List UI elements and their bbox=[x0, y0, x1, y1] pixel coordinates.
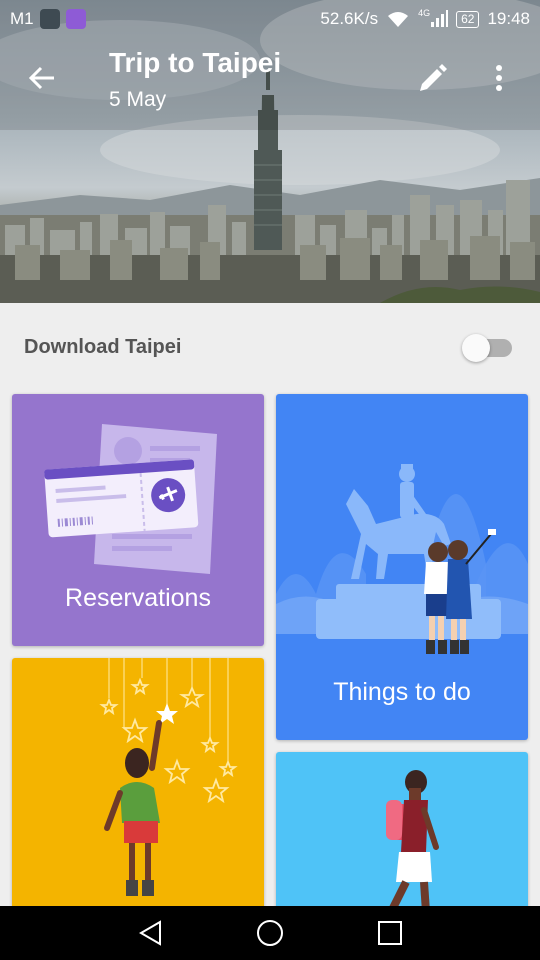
trip-date: 5 May bbox=[109, 88, 167, 111]
reservations-label: Reservations bbox=[65, 584, 211, 612]
gallery-notification-icon bbox=[65, 9, 86, 29]
download-label: Download Taipei bbox=[24, 336, 182, 358]
stars-illustration bbox=[99, 658, 238, 896]
download-toggle[interactable] bbox=[462, 334, 512, 362]
header-image: M1 52.6K/s 4G 62 19:48 Trip to Taipei 5 … bbox=[0, 0, 540, 303]
circle-home-icon[interactable] bbox=[256, 919, 284, 947]
pencil-icon[interactable] bbox=[417, 64, 447, 94]
toggle-thumb bbox=[462, 334, 490, 362]
hiker-illustration bbox=[386, 770, 439, 912]
arrow-back-icon[interactable] bbox=[28, 64, 56, 92]
carrier-label: M1 bbox=[10, 9, 34, 28]
square-recents-icon[interactable] bbox=[378, 921, 402, 945]
clock: 19:48 bbox=[487, 9, 530, 28]
trip-title: Trip to Taipei bbox=[109, 47, 282, 78]
wifi-icon bbox=[388, 12, 409, 27]
network-speed: 52.6K/s bbox=[320, 9, 379, 28]
things-to-do-card[interactable]: Things to do bbox=[276, 394, 528, 740]
taipei-skyline bbox=[0, 0, 540, 303]
more-vert-icon[interactable] bbox=[494, 64, 504, 92]
explore-card[interactable] bbox=[276, 752, 528, 918]
system-nav-bar bbox=[0, 906, 540, 960]
wishlist-card[interactable] bbox=[12, 658, 264, 918]
app-notification-icon bbox=[39, 9, 60, 29]
signal-icon bbox=[431, 10, 449, 27]
network-type: 4G bbox=[418, 8, 431, 18]
things-to-do-label: Things to do bbox=[333, 678, 471, 706]
status-bar: M1 52.6K/s 4G 62 19:48 bbox=[0, 0, 540, 38]
battery-indicator: 62 bbox=[456, 10, 480, 28]
reservations-card[interactable]: Reservations bbox=[12, 394, 264, 646]
triangle-back-icon[interactable] bbox=[138, 920, 164, 946]
